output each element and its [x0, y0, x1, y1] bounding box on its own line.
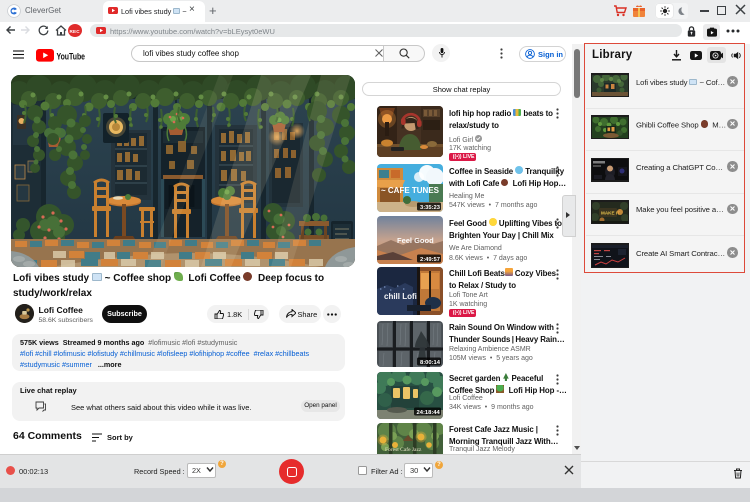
svg-text:YouTube: YouTube [57, 51, 86, 61]
svg-text:Forest Cafe Jazz: Forest Cafe Jazz [385, 446, 422, 453]
svg-text:~ CAFE TUNES: ~ CAFE TUNES [381, 186, 440, 195]
svg-text:8:00:14: 8:00:14 [420, 360, 441, 366]
svg-text:Feel Good: Feel Good [397, 236, 434, 245]
svg-text:3:35:23: 3:35:23 [420, 205, 441, 211]
svg-text:chill Lofi: chill Lofi [384, 292, 417, 301]
svg-text:24:18:44: 24:18:44 [417, 410, 441, 416]
svg-text:2:49:57: 2:49:57 [420, 257, 440, 263]
